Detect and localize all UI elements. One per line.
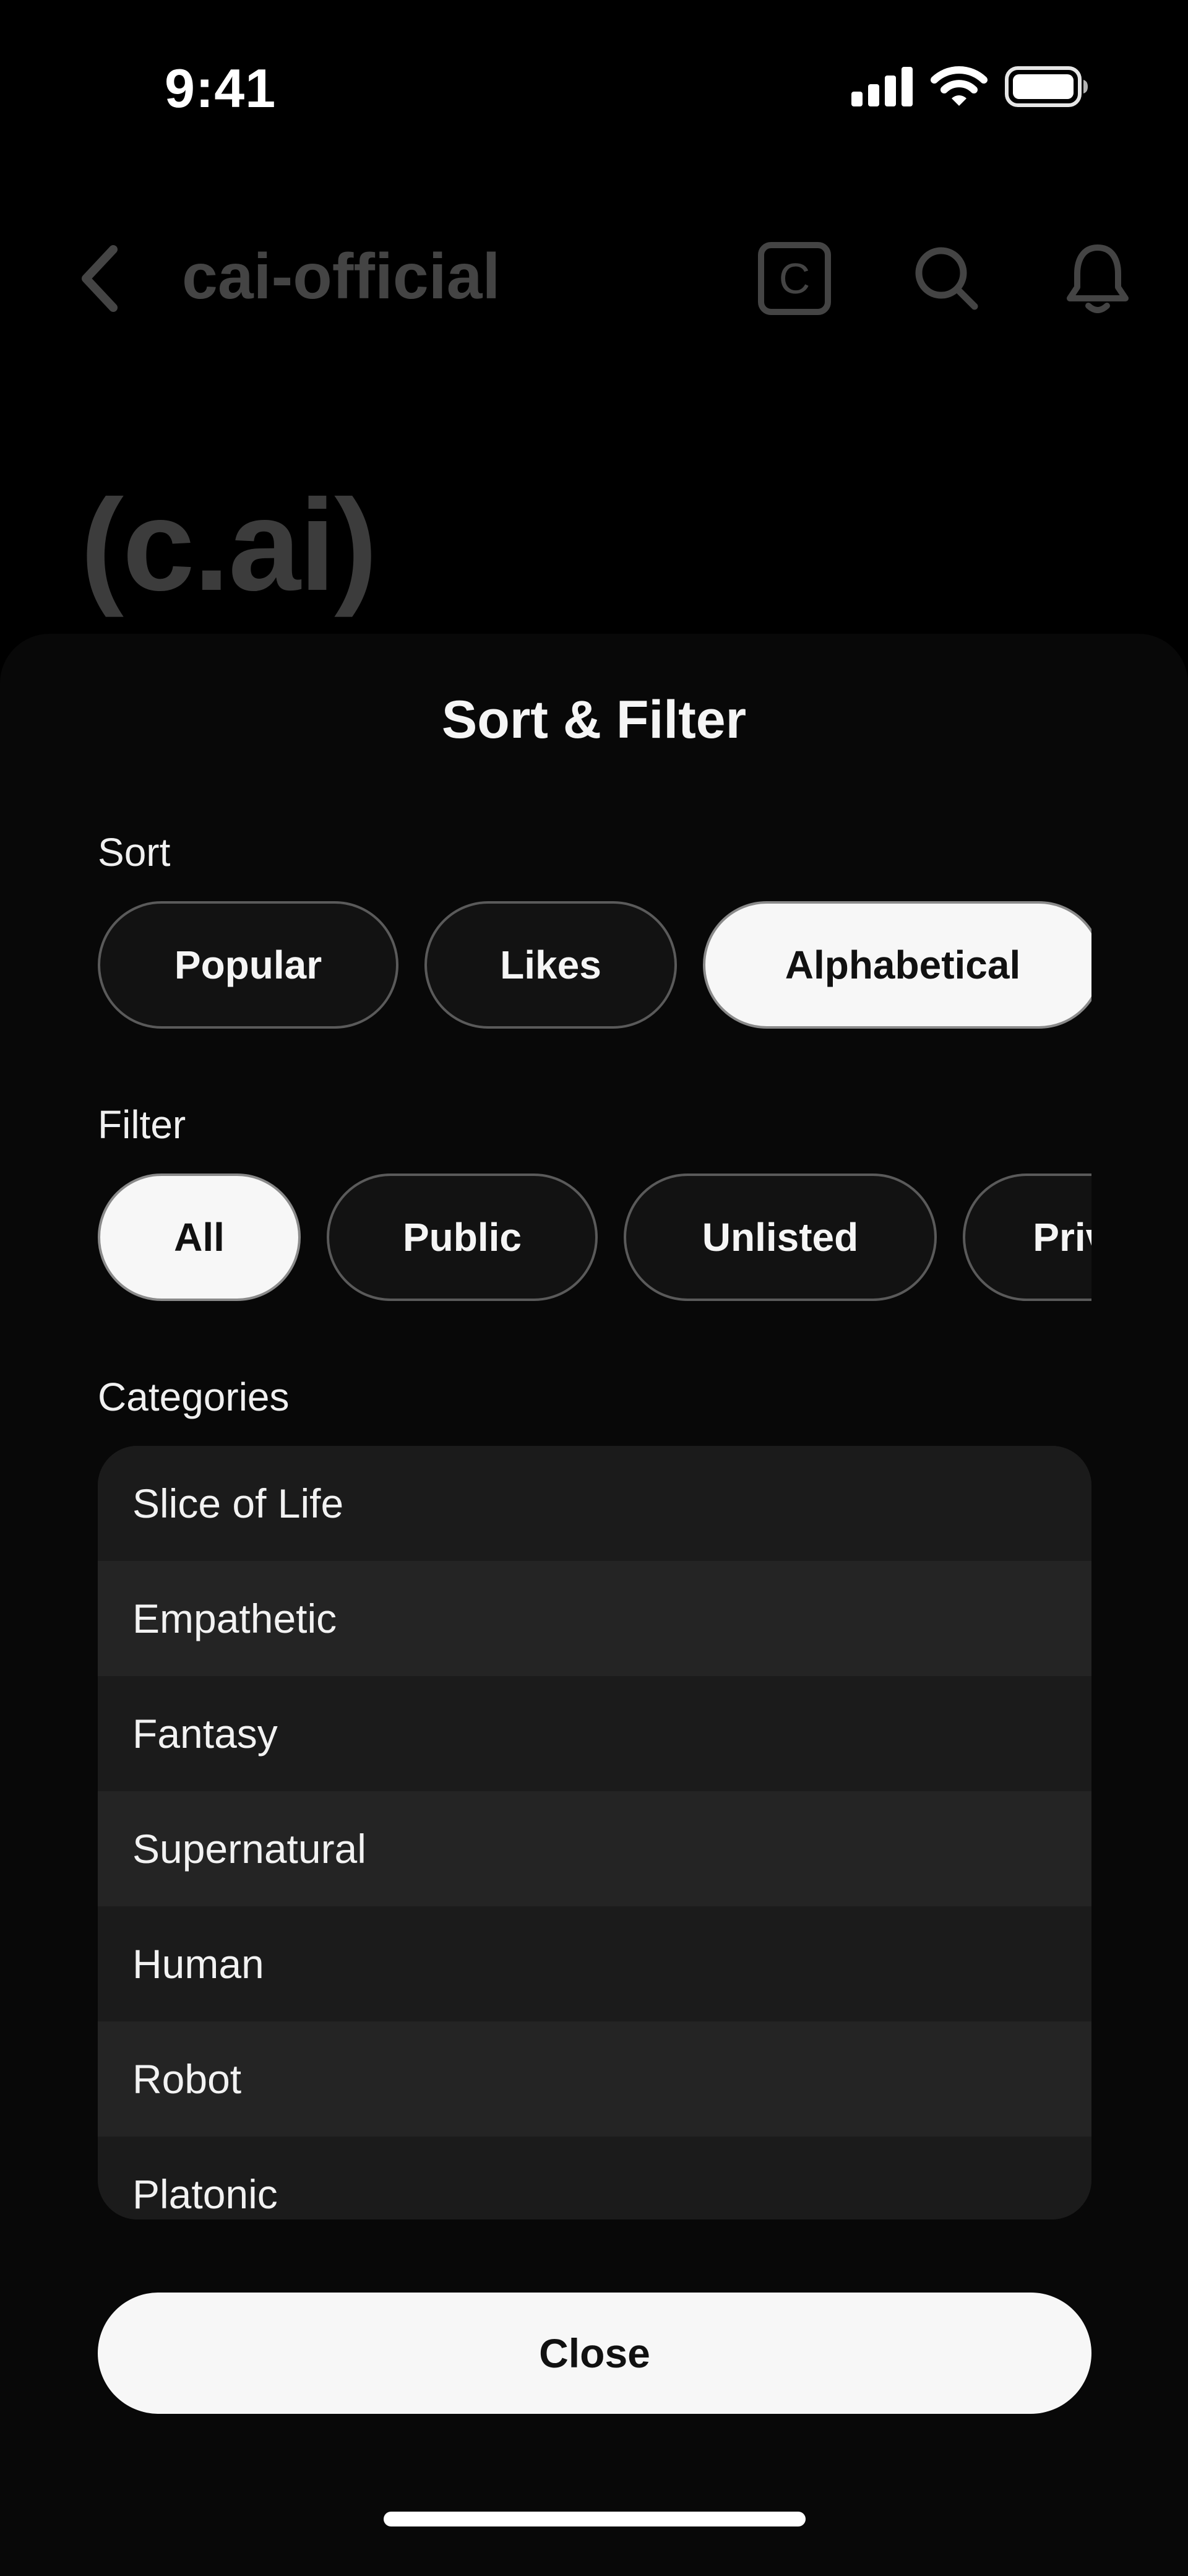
sheet-title: Sort & Filter [441, 690, 747, 750]
battery-icon [1005, 66, 1088, 107]
profile-name: (c.ai) [80, 472, 377, 618]
page-handle: cai-official [182, 241, 501, 313]
c-badge-button[interactable]: C [757, 241, 832, 316]
c-badge-letter: C [779, 254, 811, 303]
categories-label: Categories [98, 1375, 290, 1419]
category-item-supernatural[interactable]: Supernatural [98, 1791, 1091, 1906]
search-icon [915, 247, 978, 310]
screen: 9:41 cai-official C (c.ai) Sort & Filter… [0, 0, 1188, 2576]
filter-option-all[interactable]: All [98, 1173, 301, 1301]
chevron-left-icon [82, 245, 118, 312]
wifi-icon [931, 66, 988, 106]
status-bar: 9:41 [0, 0, 1188, 173]
status-time: 9:41 [165, 58, 277, 119]
filter-label: Filter [98, 1102, 186, 1147]
sort-filter-sheet: Sort & Filter Sort Popular Likes Alphabe… [0, 634, 1188, 2576]
sort-label: Sort [98, 830, 171, 875]
page-header: cai-official C [0, 223, 1188, 334]
cellular-signal-icon [851, 67, 913, 106]
category-item-empathetic[interactable]: Empathetic [98, 1561, 1091, 1676]
sort-options-track: Popular Likes Alphabetical [98, 901, 1091, 1031]
category-list: Slice of Life Empathetic Fantasy Superna… [98, 1446, 1091, 2219]
filter-option-unlisted[interactable]: Unlisted [624, 1173, 937, 1301]
sort-option-likes[interactable]: Likes [424, 901, 677, 1029]
category-item-platonic[interactable]: Platonic [98, 2137, 1091, 2219]
sort-option-alphabetical[interactable]: Alphabetical [703, 901, 1091, 1029]
sort-options: Popular Likes Alphabetical [98, 901, 1091, 1031]
filter-options: All Public Unlisted Private [98, 1173, 1091, 1303]
home-indicator[interactable] [384, 2512, 806, 2526]
category-item-robot[interactable]: Robot [98, 2021, 1091, 2137]
filter-options-track: All Public Unlisted Private [98, 1173, 1091, 1303]
status-icons [851, 62, 1089, 111]
close-button[interactable]: Close [98, 2293, 1091, 2414]
filter-option-private[interactable]: Private [963, 1173, 1091, 1301]
notifications-button[interactable] [1061, 241, 1135, 316]
back-button[interactable] [68, 241, 130, 316]
filter-option-public[interactable]: Public [327, 1173, 598, 1301]
category-item-fantasy[interactable]: Fantasy [98, 1676, 1091, 1791]
sort-option-popular[interactable]: Popular [98, 901, 398, 1029]
category-item-slice-of-life[interactable]: Slice of Life [98, 1446, 1091, 1561]
c-badge-icon: C [758, 242, 831, 315]
search-button[interactable] [910, 241, 984, 316]
category-item-human[interactable]: Human [98, 1906, 1091, 2021]
bell-icon [1067, 244, 1129, 313]
